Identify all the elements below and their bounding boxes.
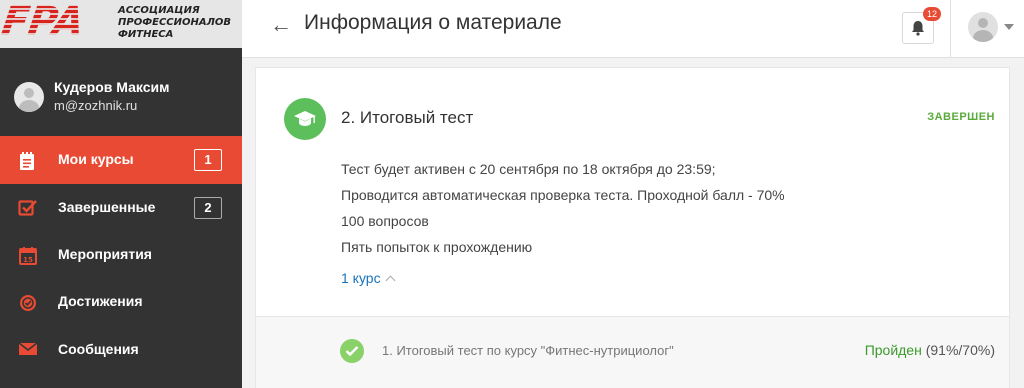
description-line: 100 вопросов [341,213,429,229]
sidebar-item-messages[interactable]: Сообщения [0,326,242,374]
user-profile[interactable]: Кудеров Максим m@zozhnik.ru [14,79,234,115]
logo-mark: FPA [0,0,87,45]
course-row[interactable]: 1. Итоговый тест по курсу "Фитнес-нутриц… [256,316,1009,388]
medal-icon [18,293,38,311]
chevron-up-icon [385,275,396,286]
avatar [14,82,44,112]
course-result: Пройден (91%/70%) [865,342,995,358]
material-description: Тест будет активен с 20 сентября по 18 о… [341,156,785,260]
user-email: m@zozhnik.ru [54,98,138,113]
courses-link-label: 1 курс [341,270,381,286]
count-badge: 2 [194,197,222,219]
course-name: 1. Итоговый тест по курсу "Фитнес-нутриц… [382,343,674,358]
sidebar-item-label: Достижения [58,293,143,309]
logo-line: ФИТНЕСА [118,29,174,40]
fpa-logo[interactable]: FPA АССОЦИАЦИЯ ПРОФЕССИОНАЛОВ ФИТНЕСА [0,0,242,48]
top-bar: ← Информация о материале 12 [242,0,1024,58]
result-score: (91%/70%) [925,342,995,358]
graduation-cap-icon [284,98,326,140]
material-card: 2. Итоговый тест ЗАВЕРШЕН Тест будет акт… [255,67,1010,388]
svg-text:15: 15 [23,256,33,264]
sidebar-item-events[interactable]: 15 Мероприятия [0,231,242,279]
sidebar-item-my-courses[interactable]: Мои курсы 1 [0,136,242,184]
bell-icon [912,21,924,36]
sidebar-item-achievements[interactable]: Достижения [0,278,242,326]
user-name: Кудеров Максим [54,79,170,95]
sidebar-item-label: Мои курсы [58,151,134,167]
count-badge: 1 [194,149,222,171]
sidebar-item-label: Завершенные [58,199,156,215]
checkbox-icon [18,199,38,217]
status-badge: ЗАВЕРШЕН [927,111,995,123]
logo-line: ПРОФЕССИОНАЛОВ [118,17,232,28]
description-line: Тест будет активен с 20 сентября по 18 о… [341,161,716,177]
sidebar-item-completed[interactable]: Завершенные 2 [0,184,242,232]
user-avatar-button[interactable] [968,12,998,42]
notification-count-badge: 12 [923,7,941,21]
chevron-down-icon[interactable] [1004,24,1014,30]
check-circle-icon [340,339,364,363]
envelope-icon [18,341,38,359]
logo-line: АССОЦИАЦИЯ [118,5,200,16]
sidebar-item-label: Мероприятия [58,246,152,262]
result-status: Пройден [864,342,922,358]
page-title: Информация о материале [304,11,562,34]
logo-text: АССОЦИАЦИЯ ПРОФЕССИОНАЛОВ ФИТНЕСА [118,5,231,41]
notepad-icon [18,151,38,170]
sidebar-item-label: Сообщения [58,341,139,357]
calendar-icon: 15 [18,246,38,265]
courses-toggle-link[interactable]: 1 курс [341,270,396,286]
description-line: Пять попыток к прохождению [341,239,533,255]
divider [950,0,951,58]
sidebar: FPA АССОЦИАЦИЯ ПРОФЕССИОНАЛОВ ФИТНЕСА Ку… [0,0,242,388]
description-line: Проводится автоматическая проверка теста… [341,187,785,203]
material-title: 2. Итоговый тест [341,108,474,127]
back-arrow-icon[interactable]: ← [270,14,292,36]
notifications-button[interactable]: 12 [902,7,941,44]
